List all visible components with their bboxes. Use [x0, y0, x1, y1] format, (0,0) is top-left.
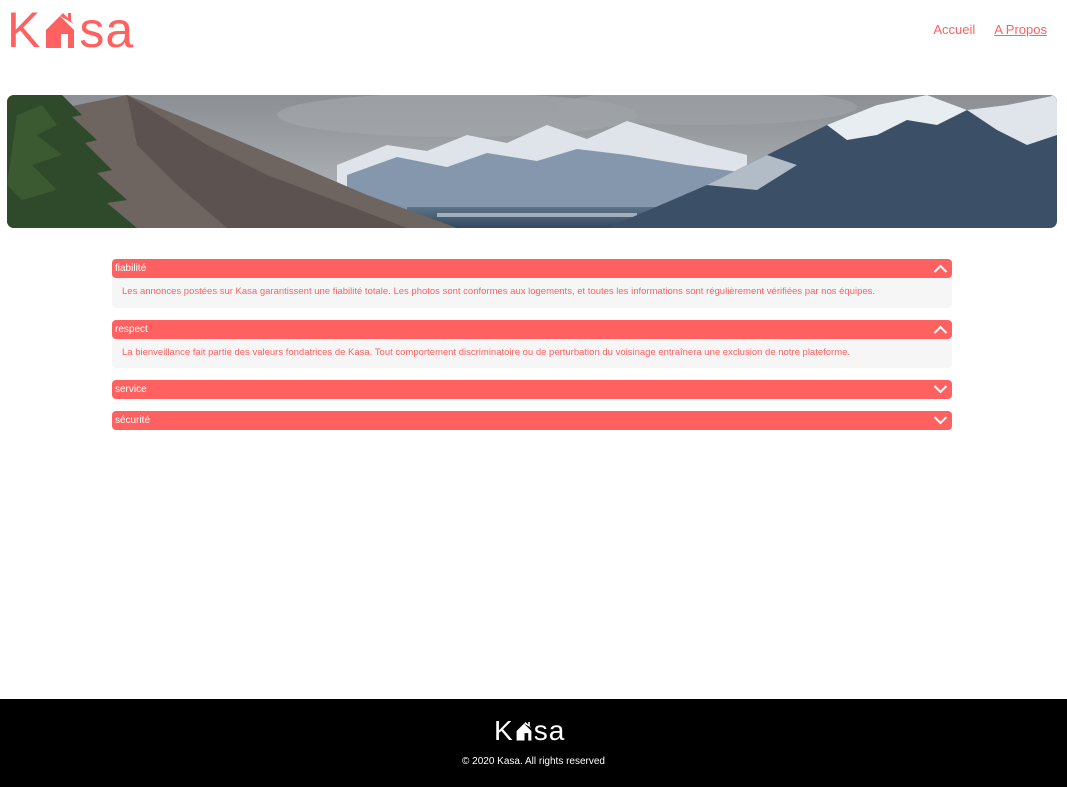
accordion-item-respect: respect La bienveillance fait partie des… [112, 319, 952, 368]
chevron-up-icon[interactable] [933, 262, 948, 275]
main-nav: Accueil A Propos [933, 21, 1047, 39]
logo-letters-sa: sa [533, 715, 566, 746]
mountain-landscape-image [7, 95, 1057, 228]
nav-link-accueil[interactable]: Accueil [933, 21, 975, 39]
banner-mountain-image [7, 95, 1057, 228]
accordion-header-service[interactable]: service [112, 380, 952, 399]
values-accordion: fiabilité Les annonces postées sur Kasa … [112, 259, 952, 442]
accordion-item-securite: sécurité [112, 411, 952, 430]
house-icon [516, 722, 532, 741]
nav-link-a-propos[interactable]: A Propos [994, 21, 1047, 39]
accordion-header-securite[interactable]: sécurité [112, 411, 952, 430]
kasa-logo[interactable]: K sa [7, 5, 134, 55]
accordion-item-service: service [112, 380, 952, 399]
logo-letter-k: K [7, 2, 42, 58]
site-footer: K sa © 2020 Kasa. All rights reserved [0, 699, 1067, 787]
accordion-content: La bienveillance fait partie des valeurs… [112, 336, 952, 368]
chevron-down-icon[interactable] [933, 383, 948, 396]
copyright-text: © 2020 Kasa. All rights reserved [462, 756, 605, 767]
accordion-title: service [115, 384, 147, 395]
chevron-down-icon[interactable] [933, 414, 948, 427]
footer-kasa-logo: K sa [494, 716, 565, 746]
house-icon [46, 13, 75, 48]
accordion-header-respect[interactable]: respect [112, 319, 952, 339]
chevron-up-icon[interactable] [933, 323, 948, 336]
accordion-content: Les annonces postées sur Kasa garantisse… [112, 276, 952, 308]
accordion-header-fiabilite[interactable]: fiabilité [112, 259, 952, 278]
accordion-item-fiabilite: fiabilité Les annonces postées sur Kasa … [112, 259, 952, 308]
accordion-title: fiabilité [115, 263, 147, 274]
accordion-title: sécurité [115, 415, 151, 426]
site-header: K sa Accueil A Propos [0, 0, 1067, 62]
logo-letters-sa: sa [79, 2, 135, 58]
accordion-title: respect [115, 323, 148, 335]
logo-letter-k: K [494, 715, 514, 746]
